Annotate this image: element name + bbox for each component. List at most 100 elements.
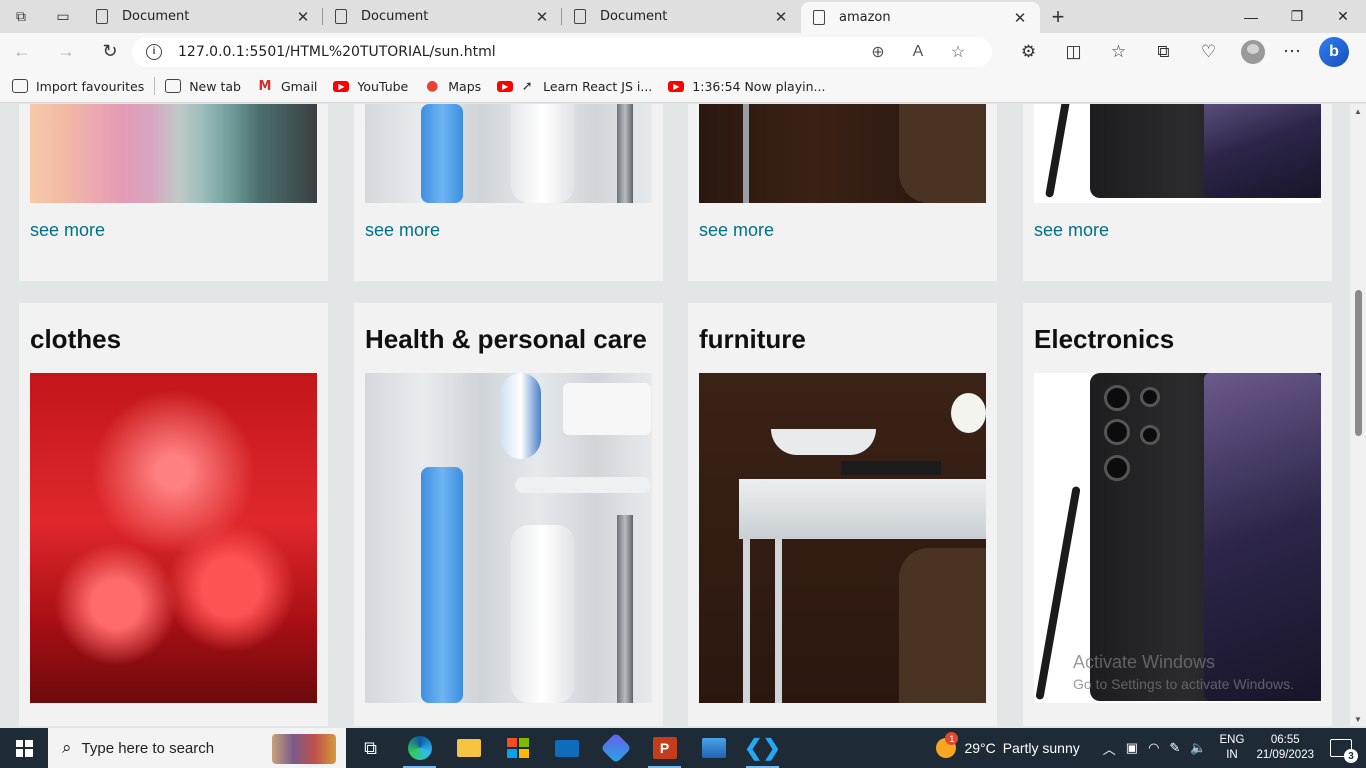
more-menu-icon[interactable]: ⋯ — [1275, 41, 1309, 62]
tab-actions-icon[interactable]: ▭ — [42, 0, 84, 33]
scroll-down-arrow-icon[interactable]: ▼ — [1350, 712, 1366, 726]
profile-avatar[interactable] — [1241, 39, 1265, 64]
close-tab-icon[interactable]: ✕ — [773, 8, 789, 26]
show-hidden-icons-chevron-icon[interactable]: ︿ — [1103, 739, 1116, 758]
taskbar-photos[interactable] — [689, 728, 738, 768]
gmail-icon: M — [258, 78, 272, 94]
fav-import-favourites[interactable]: Import favourites — [12, 79, 144, 94]
taskbar-store[interactable] — [493, 728, 542, 768]
tab-label: Document — [600, 9, 668, 24]
tab-amazon[interactable]: amazon ✕ — [801, 2, 1040, 33]
taskbar-clock[interactable]: 06:55 21/09/2023 — [1256, 733, 1314, 763]
health-image[interactable] — [365, 373, 652, 703]
split-screen-icon[interactable]: ◫ — [1051, 42, 1096, 62]
page-icon — [813, 10, 825, 25]
browser-essentials-icon[interactable]: ♡ — [1186, 42, 1231, 62]
fav-youtube[interactable]: ▶ YouTube — [333, 79, 408, 94]
input-language[interactable]: ENG IN — [1220, 733, 1245, 763]
browser-toolbar: ← → ↻ i 127.0.0.1:5501/HTML%20TUTORIAL/s… — [0, 33, 1366, 70]
weather-widget[interactable]: 1 29°C Partly sunny — [936, 732, 1080, 758]
see-more-link[interactable]: see more — [1034, 220, 1109, 241]
page-scrollbar[interactable]: ▲ ▼ — [1350, 104, 1366, 726]
zoom-icon[interactable]: ⊕ — [858, 42, 898, 62]
url-text[interactable]: 127.0.0.1:5501/HTML%20TUTORIAL/sun.html — [178, 44, 858, 60]
forward-button[interactable]: → — [44, 33, 88, 70]
taskbar-copilot[interactable] — [591, 728, 640, 768]
furniture-image[interactable] — [699, 373, 986, 703]
see-more-link[interactable]: see more — [30, 220, 105, 241]
maps-icon: ● — [426, 78, 439, 94]
furniture-image[interactable] — [699, 104, 986, 203]
clock-date: 21/09/2023 — [1256, 749, 1314, 761]
taskbar-powerpoint[interactable]: P — [640, 728, 689, 768]
scroll-up-arrow-icon[interactable]: ▲ — [1350, 104, 1366, 118]
network-icon[interactable]: ◠ — [1148, 740, 1159, 756]
taskbar-file-explorer[interactable] — [444, 728, 493, 768]
health-image[interactable] — [365, 104, 652, 203]
workspaces-icon[interactable]: ⧉ — [0, 0, 42, 33]
folder-icon — [456, 739, 481, 757]
search-highlight-image — [272, 734, 336, 764]
watermark-subtitle: Go to Settings to activate Windows. — [1073, 676, 1294, 692]
weather-badge: 1 — [945, 732, 959, 745]
windows-taskbar: ⌕ Type here to search ⧉ P ❮❯ 1 29°C Part… — [0, 728, 1366, 768]
volume-icon[interactable]: 🔈 — [1190, 740, 1206, 756]
notification-center-icon[interactable]: 3 — [1330, 739, 1358, 763]
copilot-icon — [599, 732, 632, 764]
address-bar[interactable]: i 127.0.0.1:5501/HTML%20TUTORIAL/sun.htm… — [132, 36, 992, 67]
favourites-icon[interactable]: ☆ — [1096, 42, 1141, 62]
tab-document-3[interactable]: Document ✕ — [562, 0, 801, 33]
taskbar-edge[interactable] — [395, 728, 444, 768]
weather-condition: Partly sunny — [1002, 740, 1080, 756]
scroll-thumb[interactable] — [1355, 290, 1362, 436]
extensions-icon[interactable]: ⚙ — [1006, 42, 1051, 62]
taskbar-mail[interactable] — [542, 728, 591, 768]
card-title: Health & personal care — [365, 324, 647, 354]
category-card-health: Health & personal care — [354, 303, 663, 726]
favourites-bar: Import favourites New tab M Gmail ▶ YouT… — [0, 70, 1366, 103]
fav-label: Import favourites — [36, 78, 145, 94]
read-aloud-icon[interactable]: A — [898, 43, 938, 61]
youtube-icon: ▶ — [333, 80, 350, 92]
close-tab-icon[interactable]: ✕ — [534, 8, 550, 26]
fav-learn-react[interactable]: ▶ ➚ Learn React JS i... — [497, 79, 652, 94]
clothes-image[interactable] — [30, 104, 317, 203]
refresh-button[interactable]: ↻ — [88, 33, 132, 70]
collections-icon[interactable]: ⧉ — [1141, 42, 1186, 62]
see-more-link[interactable]: see more — [365, 220, 440, 241]
youtube-icon: ▶ — [668, 80, 685, 92]
restore-icon[interactable]: ❐ — [1274, 0, 1320, 33]
bing-copilot-icon[interactable]: b — [1319, 36, 1349, 67]
card-title: Electronics — [1034, 324, 1175, 354]
site-info-icon[interactable]: i — [146, 43, 162, 60]
tab-document-2[interactable]: Document ✕ — [323, 0, 562, 33]
close-window-icon[interactable]: ✕ — [1320, 0, 1366, 33]
minimize-icon[interactable]: — — [1228, 0, 1274, 33]
tab-document-1[interactable]: Document ✕ — [84, 0, 323, 33]
system-tray: ︿ ▣ ◠ ✎ 🔈 — [1098, 739, 1212, 758]
divider — [154, 77, 156, 95]
start-button[interactable] — [0, 728, 48, 768]
windows-logo-icon — [15, 739, 33, 757]
taskbar-vscode[interactable]: ❮❯ — [738, 728, 787, 768]
electronics-image[interactable] — [1034, 104, 1321, 203]
task-view-icon: ⧉ — [364, 737, 377, 758]
close-tab-icon[interactable]: ✕ — [295, 8, 311, 26]
close-tab-icon[interactable]: ✕ — [1012, 9, 1028, 27]
pen-icon[interactable]: ✎ — [1169, 740, 1180, 756]
youtube-icon: ▶ — [497, 80, 514, 92]
taskbar-search[interactable]: ⌕ Type here to search — [48, 728, 346, 768]
meet-now-icon[interactable]: ▣ — [1126, 740, 1138, 756]
fav-now-playing[interactable]: ▶ 1:36:54 Now playin... — [668, 79, 825, 94]
back-button[interactable]: ← — [0, 33, 44, 70]
fav-maps[interactable]: ● Maps — [424, 78, 481, 94]
see-more-link[interactable]: see more — [699, 220, 774, 241]
clothes-image[interactable] — [30, 373, 317, 703]
new-tab-icon — [165, 79, 182, 93]
fav-new-tab[interactable]: New tab — [165, 79, 241, 94]
fav-gmail[interactable]: M Gmail — [257, 79, 317, 94]
activate-windows-watermark: Activate Windows Go to Settings to activ… — [1073, 652, 1294, 692]
task-view-button[interactable]: ⧉ — [346, 728, 395, 768]
new-tab-button[interactable]: + — [1040, 0, 1076, 33]
favourite-star-icon[interactable]: ☆ — [938, 42, 978, 62]
